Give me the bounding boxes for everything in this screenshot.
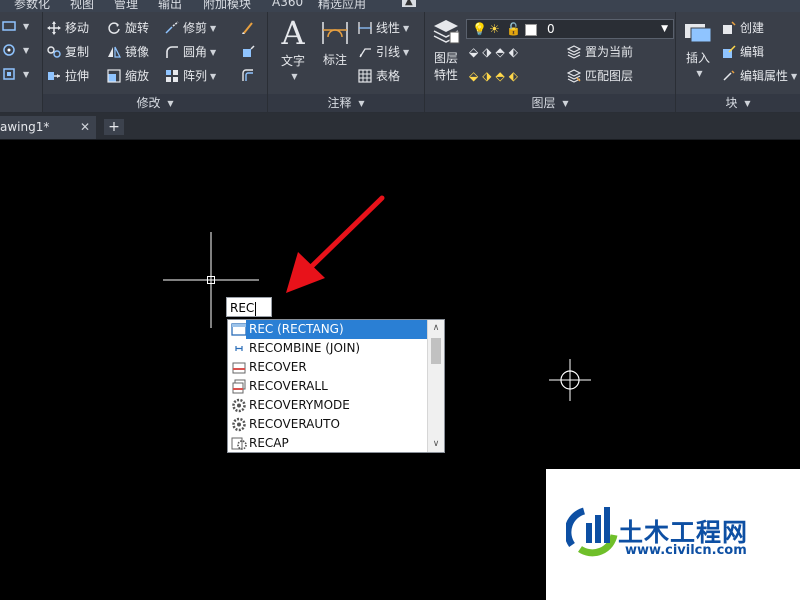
gear-icon xyxy=(232,398,246,413)
join-icon xyxy=(235,346,243,351)
command-input-value: REC xyxy=(230,301,255,315)
autocomplete-item[interactable]: RECOVERYMODE xyxy=(228,396,429,415)
recoverall-icon xyxy=(232,379,246,394)
watermark-url: www.civilcn.com xyxy=(625,543,747,558)
scroll-down-icon[interactable]: ∨ xyxy=(428,436,444,452)
autocomplete-item[interactable]: RECOVERALL xyxy=(228,377,429,396)
autocomplete-item[interactable]: RECOVERAUTO xyxy=(228,415,429,434)
text-caret xyxy=(255,301,257,316)
gear-icon xyxy=(232,417,246,432)
civilcn-logo-icon xyxy=(566,507,618,557)
scrollbar-thumb[interactable] xyxy=(431,338,441,364)
recover-icon xyxy=(232,362,246,374)
autocomplete-item[interactable]: RECOVER xyxy=(228,358,429,377)
autocomplete-item[interactable]: REC (RECTANG) xyxy=(228,320,432,339)
recap-icon xyxy=(231,437,247,450)
scroll-up-icon[interactable]: ∧ xyxy=(428,320,444,336)
command-input[interactable]: REC xyxy=(226,297,272,317)
autocomplete-scrollbar[interactable]: ∧ ∨ xyxy=(427,320,444,452)
watermark: 土木工程网 www.civilcn.com xyxy=(546,469,800,600)
autocomplete-item[interactable]: RECOMBINE (JOIN) xyxy=(228,339,429,358)
autocomplete-list: REC (RECTANG) RECOMBINE (JOIN) RECOVER R… xyxy=(227,319,445,453)
rectangle-icon xyxy=(231,323,247,336)
autocomplete-item[interactable]: RECAP xyxy=(228,434,429,453)
